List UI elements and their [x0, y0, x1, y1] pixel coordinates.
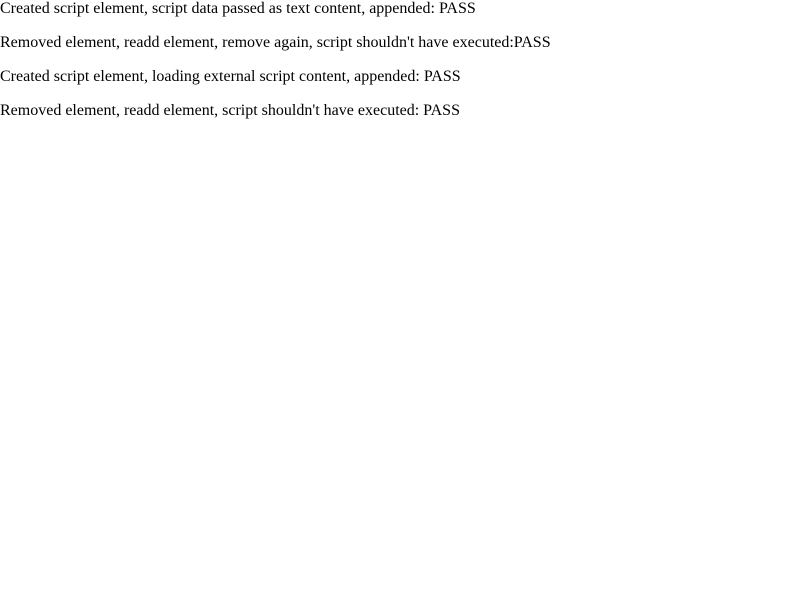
test-results: Created script element, script data pass…: [0, 0, 800, 136]
test-result-line: Created script element, loading external…: [0, 68, 461, 85]
test-result-line: Created script element, script data pass…: [0, 0, 476, 17]
test-result-line: Removed element, readd element, remove a…: [0, 34, 551, 51]
test-result-line: Removed element, readd element, script s…: [0, 102, 460, 119]
